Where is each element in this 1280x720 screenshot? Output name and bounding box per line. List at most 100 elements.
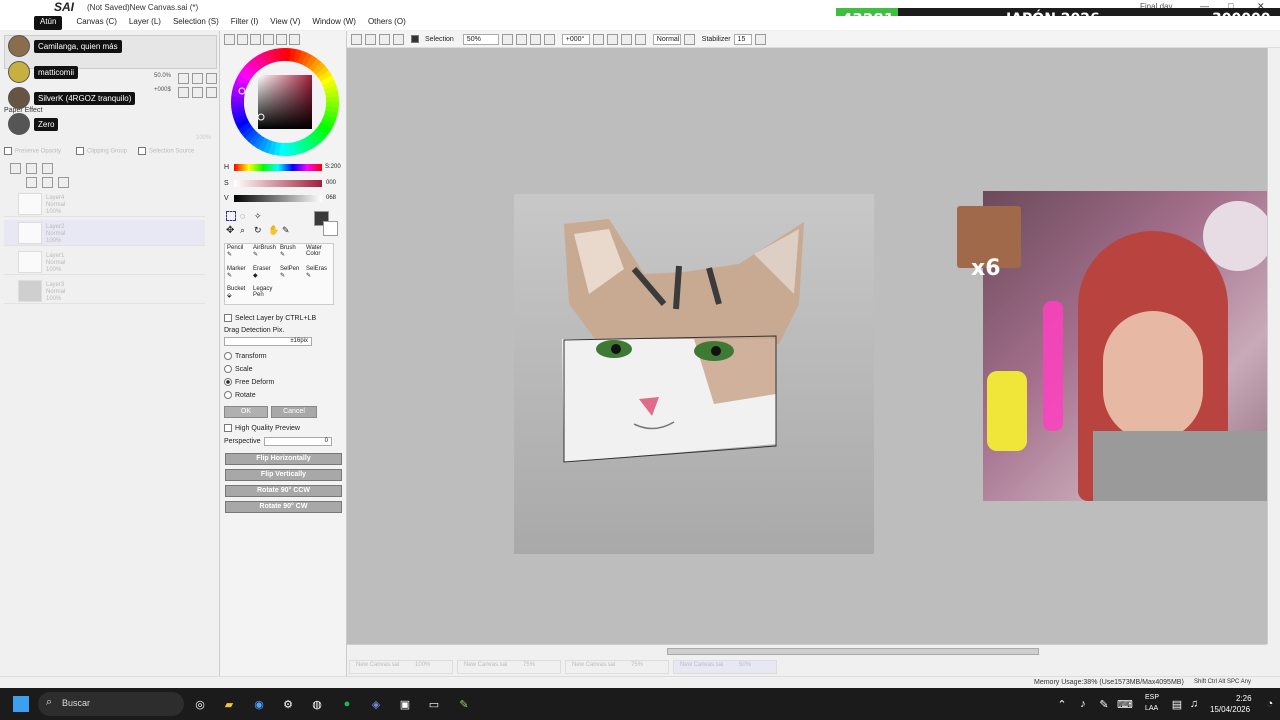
scale-option-radio[interactable]: Scale xyxy=(224,365,253,373)
perspective-slider[interactable]: 0 xyxy=(264,437,332,446)
selection-source-checkbox[interactable]: Selection Source xyxy=(138,147,194,155)
cancel-button[interactable]: Cancel xyxy=(271,406,317,418)
secondary-color-swatch[interactable] xyxy=(323,221,338,236)
keyboard-icon[interactable]: ⌨ xyxy=(1117,696,1133,712)
brush-selpen[interactable]: SelPen ✎ xyxy=(280,266,304,279)
nav-zoom-reset-button[interactable] xyxy=(206,73,217,84)
windows-start-icon[interactable] xyxy=(13,696,29,712)
volume-icon[interactable]: ♫ xyxy=(1186,696,1202,712)
microphone-icon[interactable]: ♪ xyxy=(1075,696,1091,712)
monitor-icon[interactable]: ▭ xyxy=(426,696,442,712)
menu-window[interactable]: Window (W) xyxy=(306,16,362,30)
free-deform-option-radio[interactable]: Free Deform xyxy=(224,378,274,386)
zoom-field[interactable]: 50% xyxy=(462,33,499,45)
horizontal-scrollbar[interactable] xyxy=(347,644,1267,658)
drawing-canvas[interactable] xyxy=(514,194,874,554)
brush-brush[interactable]: Brush ✎ xyxy=(280,245,304,258)
color-scratch-tab[interactable] xyxy=(289,34,300,45)
deselect-button[interactable] xyxy=(379,33,390,45)
color-wheel-tab[interactable] xyxy=(224,34,235,45)
document-tab[interactable]: New Canvas.sai 75% xyxy=(565,660,669,674)
rotate-right-button[interactable] xyxy=(606,33,618,45)
zoom-in-button[interactable] xyxy=(515,33,527,45)
layer-copy-button[interactable] xyxy=(42,163,53,174)
zoom-out-button[interactable] xyxy=(501,33,513,45)
chrome-icon[interactable]: ◉ xyxy=(251,696,267,712)
brush-seleras[interactable]: SelEras ✎ xyxy=(306,266,332,279)
rotate-reset-button[interactable] xyxy=(620,33,632,45)
spotify-icon[interactable]: ● xyxy=(339,696,355,712)
new-folder-button[interactable] xyxy=(26,163,37,174)
select-layer-ctrl-option[interactable]: Select Layer by CTRL+LB xyxy=(224,314,316,322)
blend-mode-field[interactable]: Normal xyxy=(652,33,681,45)
nav-zoom-out-button[interactable] xyxy=(178,73,189,84)
nav-rotate-right-button[interactable] xyxy=(192,87,203,98)
new-layer-button[interactable] xyxy=(10,163,21,174)
preserve-opacity-checkbox[interactable]: Preserve Opacity xyxy=(4,147,61,155)
color-palette-tab[interactable] xyxy=(263,34,274,45)
copilot-icon[interactable]: ◎ xyxy=(192,696,208,712)
selection-checkbox[interactable] xyxy=(411,35,419,43)
clear-layer-button[interactable] xyxy=(42,177,53,188)
language-top[interactable]: ESP xyxy=(1145,694,1159,701)
hue-slider[interactable] xyxy=(234,164,322,171)
zoom-fit-button[interactable] xyxy=(543,33,555,45)
app-icon[interactable]: ▣ xyxy=(397,696,413,712)
undo-button[interactable] xyxy=(351,33,362,45)
stabilizer-field[interactable]: 15 xyxy=(733,33,752,45)
pen-icon[interactable]: ✎ xyxy=(1096,696,1112,712)
rotate-left-button[interactable] xyxy=(592,33,604,45)
document-tab[interactable]: New Canvas.sai 75% xyxy=(457,660,561,674)
color-wheel[interactable] xyxy=(230,47,340,157)
redo-button[interactable] xyxy=(365,33,376,45)
brush-watercolor[interactable]: Water Color xyxy=(306,245,332,257)
blend-options-button[interactable] xyxy=(683,33,695,45)
document-tab[interactable]: New Canvas.sai 100% xyxy=(349,660,453,674)
value-slider[interactable] xyxy=(234,195,322,202)
menu-canvas[interactable]: Canvas (C) xyxy=(70,16,122,30)
merge-down-button[interactable] xyxy=(26,177,37,188)
high-quality-preview-option[interactable]: High Quality Preview xyxy=(224,424,300,432)
rotate-option-radio[interactable]: Rotate xyxy=(224,391,256,399)
rotate-cw-button[interactable]: Rotate 90° CW xyxy=(225,501,342,513)
ok-button[interactable]: OK xyxy=(224,406,268,418)
rotate-ccw-button[interactable]: Rotate 90° CCW xyxy=(225,485,342,497)
horizontal-scroll-thumb[interactable] xyxy=(667,648,1039,655)
invert-selection-button[interactable] xyxy=(393,33,404,45)
menu-layer[interactable]: Layer (L) xyxy=(123,16,167,30)
layer-row[interactable]: Layer1 Normal 100% xyxy=(4,249,205,275)
transform-option-radio[interactable]: Transform xyxy=(224,352,267,360)
notification-icon[interactable]: ◔ xyxy=(1262,696,1278,712)
network-icon[interactable]: ▤ xyxy=(1169,696,1185,712)
color-swatch-tab[interactable] xyxy=(276,34,287,45)
brush-marker[interactable]: Marker ✎ xyxy=(227,266,251,279)
flip-view-button[interactable] xyxy=(634,33,646,45)
rotation-field[interactable]: +000° xyxy=(561,33,590,45)
discord-icon[interactable]: ◈ xyxy=(368,696,384,712)
flip-vertically-button[interactable]: Flip Vertically xyxy=(225,469,342,481)
menu-selection[interactable]: Selection (S) xyxy=(167,16,225,30)
zoom-reset-button[interactable] xyxy=(529,33,541,45)
nav-rotate-reset-button[interactable] xyxy=(206,87,217,98)
menu-atun[interactable]: Atún xyxy=(34,16,63,30)
brush-legacy-pen[interactable]: Legacy Pen xyxy=(253,286,277,298)
clipping-group-checkbox[interactable]: Clipping Group xyxy=(76,147,127,155)
brush-airbrush[interactable]: AirBrush ✎ xyxy=(253,245,281,258)
vertical-scrollbar[interactable] xyxy=(1267,48,1280,644)
canvas-area[interactable]: x6 xyxy=(347,48,1280,644)
lasso-icon[interactable]: ◌ xyxy=(240,211,245,221)
color-slider-tab[interactable] xyxy=(237,34,248,45)
layer-row-selected[interactable]: Layer2 Normal 100% xyxy=(4,220,205,246)
settings-icon[interactable]: ⚙ xyxy=(280,696,296,712)
rect-select-icon[interactable] xyxy=(226,211,236,221)
rotate-icon[interactable]: ↻ xyxy=(254,225,262,236)
taskbar-search[interactable]: ⌕ Buscar xyxy=(38,692,184,716)
menu-view[interactable]: View (V) xyxy=(264,16,306,30)
document-tab-active[interactable]: New Canvas.sai 50% xyxy=(673,660,777,674)
color-hsv-tab[interactable] xyxy=(250,34,261,45)
magic-wand-icon[interactable]: ✧ xyxy=(254,211,262,222)
file-explorer-icon[interactable]: ▰ xyxy=(221,696,237,712)
flip-horizontally-button[interactable]: Flip Horizontally xyxy=(225,453,342,465)
tray-chevron-icon[interactable]: ⌃ xyxy=(1054,696,1070,712)
sai-taskbar-icon[interactable]: ✎ xyxy=(456,696,472,712)
